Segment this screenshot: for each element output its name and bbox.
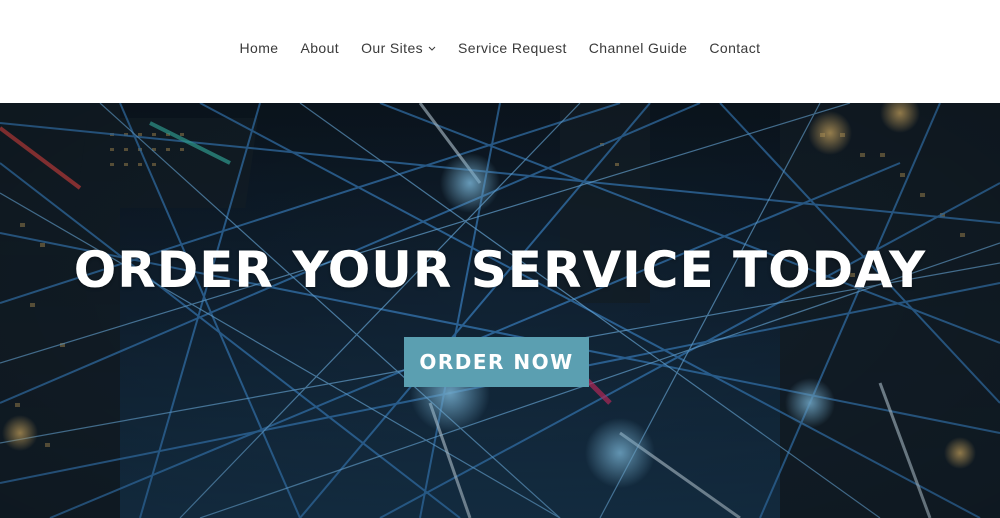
- nav-item-label: Our Sites: [361, 40, 424, 56]
- nav-item-label: Channel Guide: [588, 40, 688, 56]
- nav-item-label: Home: [239, 40, 279, 56]
- nav-item-home[interactable]: Home: [240, 40, 279, 56]
- nav-item-label: Contact: [709, 40, 761, 56]
- main-nav: Home About Our Sites Service Request Cha…: [0, 40, 1000, 56]
- nav-item-label: Service Request: [458, 40, 567, 56]
- nav-item-contact[interactable]: Contact: [709, 40, 760, 56]
- hero-title: ORDER YOUR SERVICE TODAY: [73, 241, 927, 299]
- hero-banner: ORDER YOUR SERVICE TODAY ORDER NOW: [0, 103, 1000, 518]
- site-header: Home About Our Sites Service Request Cha…: [0, 0, 1000, 103]
- chevron-down-icon: [428, 46, 436, 51]
- nav-item-our-sites[interactable]: Our Sites: [361, 40, 436, 56]
- nav-item-service-request[interactable]: Service Request: [458, 40, 567, 56]
- nav-item-label: About: [300, 40, 340, 56]
- nav-item-channel-guide[interactable]: Channel Guide: [589, 40, 688, 56]
- order-now-button[interactable]: ORDER NOW: [404, 337, 589, 387]
- hero-overlay: [0, 103, 1000, 518]
- nav-item-about[interactable]: About: [301, 40, 340, 56]
